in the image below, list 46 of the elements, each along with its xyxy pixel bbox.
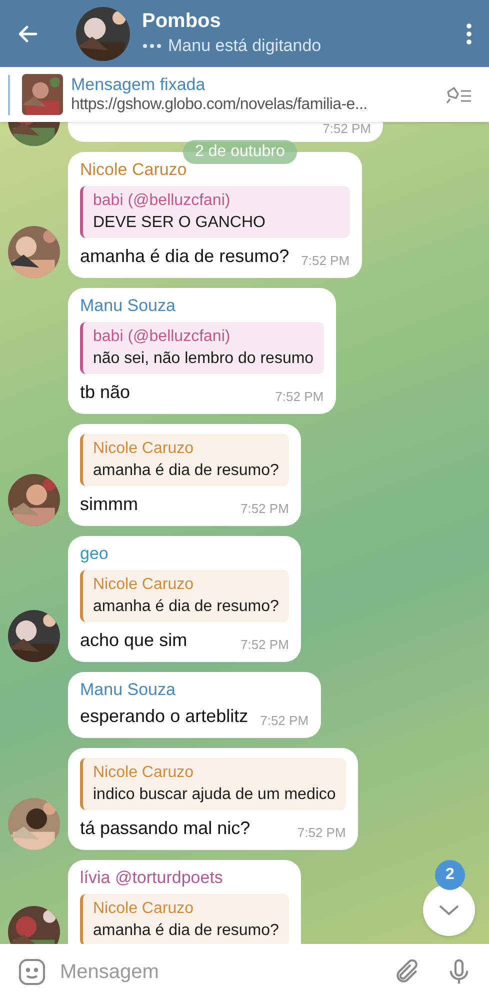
pinned-message-bar[interactable]: Mensagem fixada https://gshow.globo.com/novelas/familia-e... (0, 67, 489, 122)
message-time: 7:52 PM (322, 122, 371, 138)
reply-quote[interactable]: Nicole Caruzo indico buscar ajuda de um medico (80, 758, 346, 810)
message-time: 7:52 PM (301, 252, 350, 270)
reply-text: amanha é dia de resumo? (93, 921, 279, 941)
pinned-link: https://gshow.globo.com/novelas/familia-e... (71, 94, 368, 114)
chat-title: Pombos (142, 8, 222, 33)
reply-quote[interactable]: Nicole Caruzo amanha é dia de resumo? (80, 570, 289, 622)
reply-author: Nicole Caruzo (93, 575, 194, 595)
sticker-icon[interactable] (16, 956, 48, 988)
reply-text: indico buscar ajuda de um medico (93, 785, 336, 805)
reply-author: Nicole Caruzo (93, 763, 194, 783)
scroll-down-button[interactable] (423, 884, 475, 936)
message-text: tá passando mal nic? (80, 817, 250, 840)
message-time: 7:52 PM (240, 500, 289, 518)
message-time: 7:52 PM (275, 388, 324, 406)
reply-quote[interactable]: Nicole Caruzo amanha é dia de resumo? (80, 434, 289, 486)
message-text: simmm (80, 493, 138, 516)
sender-name: Manu Souza (80, 295, 176, 317)
reply-author: Nicole Caruzo (93, 439, 194, 459)
message-time: 7:52 PM (240, 636, 289, 654)
message-text: tb não (80, 381, 130, 404)
message-time: 7:52 PM (297, 824, 346, 842)
typing-dots-icon (142, 42, 162, 50)
reply-text: DEVE SER O GANCHO (93, 213, 266, 233)
pinned-title: Mensagem fixada (71, 74, 206, 94)
reply-text: amanha é dia de resumo? (93, 597, 279, 617)
chat-status: Manu está digitando (168, 34, 322, 57)
message-text: esperando o arteblitz (80, 705, 248, 728)
reply-author: Nicole Caruzo (93, 899, 194, 919)
reply-author: babi (@belluzcfani) (93, 327, 232, 347)
reply-text: não sei, não lembro do resumo (93, 349, 314, 369)
more-options-icon[interactable] (465, 22, 473, 46)
unread-badge: 2 (435, 860, 465, 890)
reply-quote[interactable]: babi (@belluzcfani) não sei, não lembro do resumo (80, 322, 324, 374)
reply-quote[interactable]: babi (@belluzcfani) DEVE SER O GANCHO (80, 186, 350, 238)
sender-name: Manu Souza (80, 679, 176, 701)
message-time: 7:52 PM (260, 712, 309, 730)
message-text: acho que sim (80, 629, 188, 652)
sender-name: geo (80, 543, 110, 565)
message-input[interactable]: Mensagem (60, 957, 381, 987)
message-text: amanha é dia de resumo? (80, 245, 290, 268)
reply-text: amanha é dia de resumo? (93, 461, 279, 481)
date-chip: 2 de outubro (183, 140, 297, 164)
reply-author: babi (@belluzcfani) (93, 191, 232, 211)
sender-name: lívia @torturdpoets (80, 867, 224, 889)
